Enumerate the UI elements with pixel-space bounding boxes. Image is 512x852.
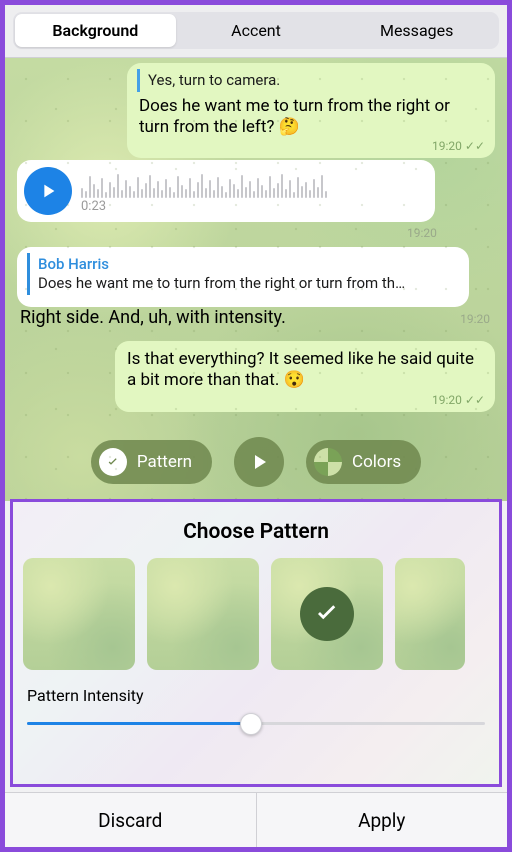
waveform[interactable] [81, 172, 327, 198]
voice-duration: 0:23 [81, 199, 106, 215]
message-outgoing-1: Yes, turn to camera. Does he want me to … [127, 63, 495, 158]
pattern-thumbnail[interactable] [23, 558, 135, 670]
read-ticks-icon: ✓✓ [465, 139, 485, 154]
message-voice: 0:23 [17, 160, 435, 222]
pattern-pill-button[interactable]: Pattern [91, 440, 212, 484]
tab-background[interactable]: Background [15, 14, 176, 47]
pattern-thumbnail-row [13, 558, 499, 670]
segmented-control: Background Accent Messages [13, 12, 499, 49]
timestamp: 19:20✓✓ [432, 393, 485, 408]
message-plain: Right side. And, uh, with intensity. 19:… [20, 307, 490, 328]
message-outgoing-2: Is that everything? It seemed like he sa… [115, 341, 495, 412]
preview-play-button[interactable] [234, 437, 284, 487]
message-text: Is that everything? It seemed like he sa… [127, 349, 474, 390]
tab-messages[interactable]: Messages [336, 14, 497, 47]
check-circle-icon [99, 448, 127, 476]
forward-text: Does he want me to turn from the right o… [38, 274, 457, 293]
message-text: Right side. And, uh, with intensity. [20, 307, 286, 328]
play-button[interactable] [24, 167, 72, 215]
pattern-intensity-section: Pattern Intensity [13, 670, 499, 733]
timestamp: 19:20✓✓ [432, 139, 485, 154]
discard-button[interactable]: Discard [5, 793, 256, 847]
selected-check-icon [300, 587, 354, 641]
message-text: Does he want me to turn from the right o… [139, 96, 450, 137]
tab-accent[interactable]: Accent [176, 14, 337, 47]
bottom-action-bar: Discard Apply [5, 792, 507, 847]
pill-label: Colors [352, 452, 401, 472]
slider-knob[interactable] [240, 713, 262, 735]
timestamp: 19:20 [407, 226, 437, 240]
play-icon [37, 180, 59, 202]
reply-snippet: Yes, turn to camera. [137, 69, 483, 92]
forward-snippet: Bob Harris Does he want me to turn from … [27, 253, 457, 295]
apply-button[interactable]: Apply [256, 793, 508, 847]
panel-title: Choose Pattern [13, 502, 499, 558]
intensity-label: Pattern Intensity [27, 686, 485, 705]
top-segmented-bar: Background Accent Messages [5, 5, 507, 58]
pattern-thumbnail-selected[interactable] [271, 558, 383, 670]
pattern-thumbnail[interactable] [147, 558, 259, 670]
pattern-thumbnail[interactable] [395, 558, 465, 670]
colors-pill-button[interactable]: Colors [306, 440, 421, 484]
pill-label: Pattern [137, 452, 192, 472]
wallpaper-controls-row: Pattern Colors [5, 437, 507, 487]
choose-pattern-panel: Choose Pattern Pattern Intensity [10, 499, 502, 787]
colors-icon [314, 448, 342, 476]
play-icon [247, 450, 271, 474]
read-ticks-icon: ✓✓ [465, 393, 485, 408]
forward-sender-name: Bob Harris [38, 255, 457, 274]
intensity-slider[interactable] [27, 713, 485, 733]
message-incoming-forward: Bob Harris Does he want me to turn from … [17, 247, 469, 307]
chat-preview: Yes, turn to camera. Does he want me to … [5, 58, 507, 501]
timestamp: 19:20 [460, 312, 490, 326]
reply-text: Yes, turn to camera. [148, 71, 280, 89]
